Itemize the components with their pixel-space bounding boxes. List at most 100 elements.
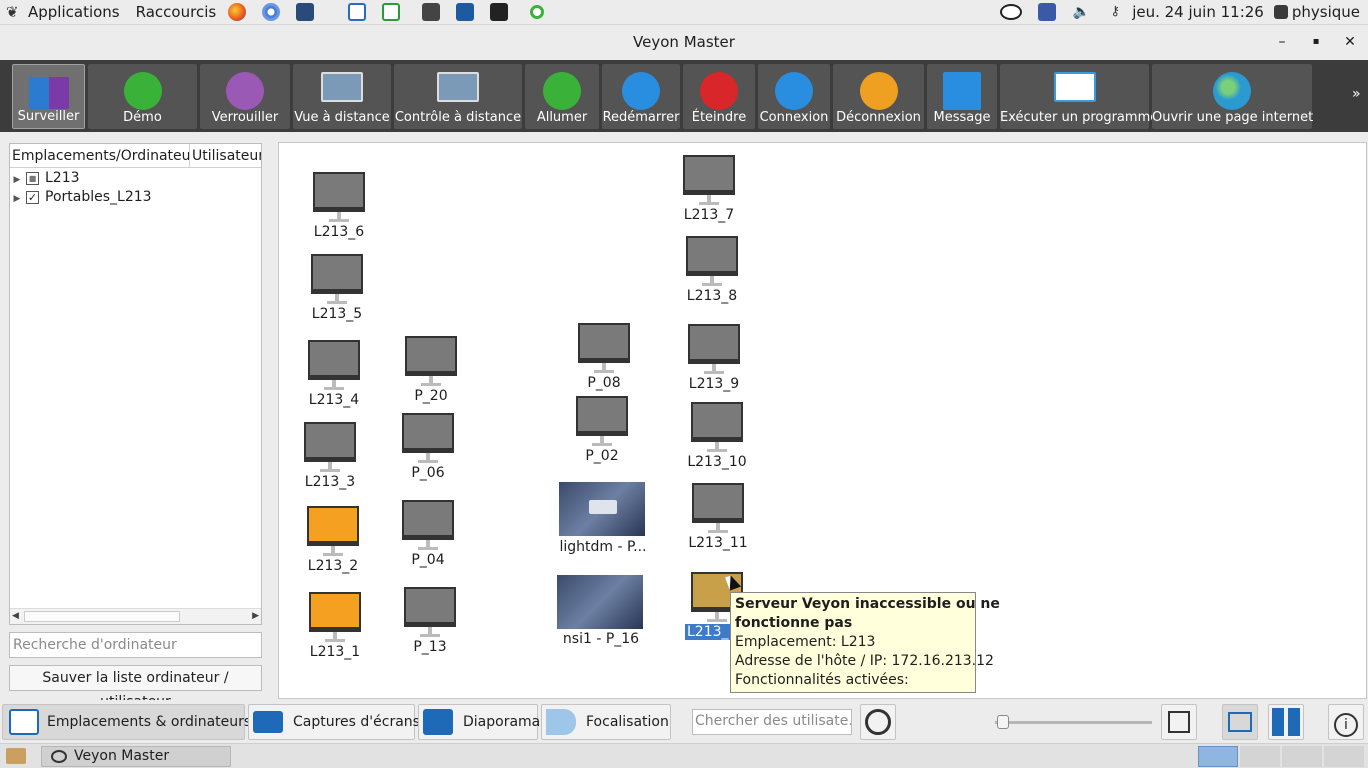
tab-screenshots[interactable]: Captures d'écrans [248, 704, 420, 740]
computer-tile[interactable]: L213_10 [677, 402, 757, 492]
scanner-icon[interactable] [422, 3, 441, 21]
lock-button[interactable]: Verrouiller [200, 64, 290, 129]
chromium-icon[interactable] [262, 3, 281, 21]
calc-icon[interactable] [382, 3, 401, 21]
computer-tile[interactable]: P_02 [562, 396, 642, 486]
checkbox-l213[interactable]: ■ [26, 171, 39, 185]
monitor-base [708, 530, 728, 533]
toolbar-label: Éteindre [691, 110, 747, 125]
tab-spotlight[interactable]: Focalisation [541, 704, 671, 740]
clock[interactable]: jeu. 24 juin 11:26 [1132, 3, 1268, 21]
computer-tile[interactable]: L213_4 [294, 340, 374, 430]
volume-icon[interactable]: 🔈 [1072, 3, 1090, 21]
terminal-icon[interactable] [490, 3, 509, 21]
remote-control-button[interactable]: Contrôle à distance [394, 64, 522, 129]
remote-view-button[interactable]: Vue à distance [293, 64, 391, 129]
computer-tile[interactable]: L213_1 [295, 592, 375, 682]
monitor-mode-button[interactable]: Surveiller [12, 64, 85, 129]
locations-tree[interactable]: Emplacements/Ordinateur Utilisateur ▶ ■ L2… [9, 143, 262, 625]
zoom-slider[interactable] [995, 715, 1152, 729]
computer-tile-live[interactable]: nsi1 - P_16 [557, 575, 644, 665]
computer-tile[interactable]: L213_6 [299, 172, 379, 262]
toolbar-label: Redémarrer [602, 110, 680, 125]
auto-arrange-button[interactable] [1222, 704, 1258, 740]
tab-locations-computers[interactable]: Emplacements & ordinateurs [2, 704, 251, 740]
scrollbar-handle[interactable] [24, 611, 180, 622]
power-toggle-button[interactable] [860, 704, 896, 740]
checkbox-portables[interactable]: ✓ [26, 190, 39, 204]
computer-tile[interactable]: L213_7 [669, 155, 749, 245]
taskbar-item-veyon[interactable]: Veyon Master [41, 746, 231, 767]
run-program-button[interactable]: Exécuter un programme [1000, 64, 1158, 129]
computer-name: L213_6 [313, 224, 365, 240]
computer-tile[interactable]: L213_11 [678, 483, 758, 573]
save-list-button[interactable]: Sauver la liste ordinateur / utilisateur [9, 665, 262, 710]
workspace-4[interactable] [1324, 746, 1364, 767]
about-button[interactable]: i [1328, 704, 1364, 740]
computer-tile[interactable]: L213_2 [293, 506, 373, 596]
column-header-locations[interactable]: Emplacements/Ordinateur [10, 144, 190, 168]
computer-tile[interactable]: P_13 [390, 587, 470, 677]
computer-tile[interactable]: L213_9 [674, 324, 754, 414]
computer-list-icon [9, 709, 39, 735]
virtualbox-icon[interactable] [456, 3, 475, 21]
computer-screen [309, 592, 361, 632]
computer-tile[interactable]: P_04 [388, 500, 468, 590]
open-website-button[interactable]: Ouvrir une page internet [1152, 64, 1313, 129]
computer-tile[interactable]: L213_5 [297, 254, 377, 344]
shortcuts-menu[interactable]: Raccourcis [128, 3, 221, 21]
user-menu[interactable]: physique [1290, 3, 1368, 21]
grid-view-button[interactable] [1268, 704, 1304, 740]
computer-tile[interactable]: P_06 [388, 413, 468, 503]
power-off-button[interactable]: Éteindre [683, 64, 755, 129]
globe-icon [1213, 72, 1251, 110]
monitor-tray-icon[interactable] [1038, 3, 1057, 21]
workspace-3[interactable] [1282, 746, 1322, 767]
workspace-2[interactable] [1240, 746, 1280, 767]
workspace-1[interactable] [1198, 746, 1238, 767]
tooltip-features: Fonctionnalités activées: [735, 672, 909, 688]
logon-button[interactable]: Connexion [758, 64, 830, 129]
sync-icon[interactable] [530, 5, 545, 19]
reboot-button[interactable]: Redémarrer [602, 64, 680, 129]
system-panel: ❦ Applications Raccourcis 🔈 ⚷ jeu. 24 ju… [0, 0, 1368, 25]
eye-tray-icon[interactable] [1000, 4, 1023, 20]
applications-menu[interactable]: Applications [20, 3, 128, 21]
scroll-left-icon[interactable]: ◀ [12, 609, 19, 624]
tree-item-portables[interactable]: ▶ ✓ Portables_L213 [10, 187, 152, 207]
demo-button[interactable]: Démo [88, 64, 197, 129]
logout-button[interactable]: Déconnexion [833, 64, 924, 129]
files-icon[interactable] [296, 3, 315, 21]
show-desktop-icon[interactable] [6, 748, 26, 764]
tree-item-l213[interactable]: ▶ ■ L213 [10, 168, 80, 188]
toolbar-overflow-button[interactable]: » [1352, 86, 1361, 102]
writer-icon[interactable] [348, 3, 367, 21]
computer-screenshot [557, 575, 643, 629]
column-header-user[interactable]: Utilisateur [190, 144, 261, 168]
scroll-right-icon[interactable]: ▶ [252, 609, 259, 624]
computer-tile[interactable]: L213_8 [672, 236, 752, 326]
user-search-input[interactable]: Chercher des utilisate... [692, 709, 852, 735]
monitor-base [704, 371, 724, 374]
computer-tile-live[interactable]: lightdm - P... [559, 482, 647, 572]
window-titlebar[interactable]: Veyon Master – ▪ ✕ [0, 25, 1368, 60]
zoom-slider-knob[interactable] [997, 715, 1009, 729]
horizontal-scrollbar[interactable]: ◀ ▶ [10, 608, 261, 624]
arrange-icon [1228, 712, 1252, 732]
tab-slideshow[interactable]: Diaporama [418, 704, 540, 740]
computer-screen [311, 254, 363, 294]
firefox-icon[interactable] [228, 3, 247, 21]
fit-screen-button[interactable] [1161, 704, 1197, 740]
close-button[interactable]: ✕ [1339, 31, 1361, 53]
maximize-button[interactable]: ▪ [1305, 31, 1327, 53]
network-key-icon[interactable]: ⚷ [1106, 3, 1124, 21]
computer-search-input[interactable]: Recherche d'ordinateur [9, 632, 262, 658]
toolbar-label: Démo [123, 110, 162, 125]
message-button[interactable]: Message [927, 64, 997, 129]
monitor-base [707, 619, 727, 622]
minimize-button[interactable]: – [1271, 31, 1293, 53]
info-icon: i [1334, 713, 1358, 737]
power-on-button[interactable]: Allumer [525, 64, 599, 129]
expand-arrow-icon[interactable]: ▶ [10, 189, 24, 209]
computer-tile[interactable]: L213_3 [290, 422, 370, 512]
